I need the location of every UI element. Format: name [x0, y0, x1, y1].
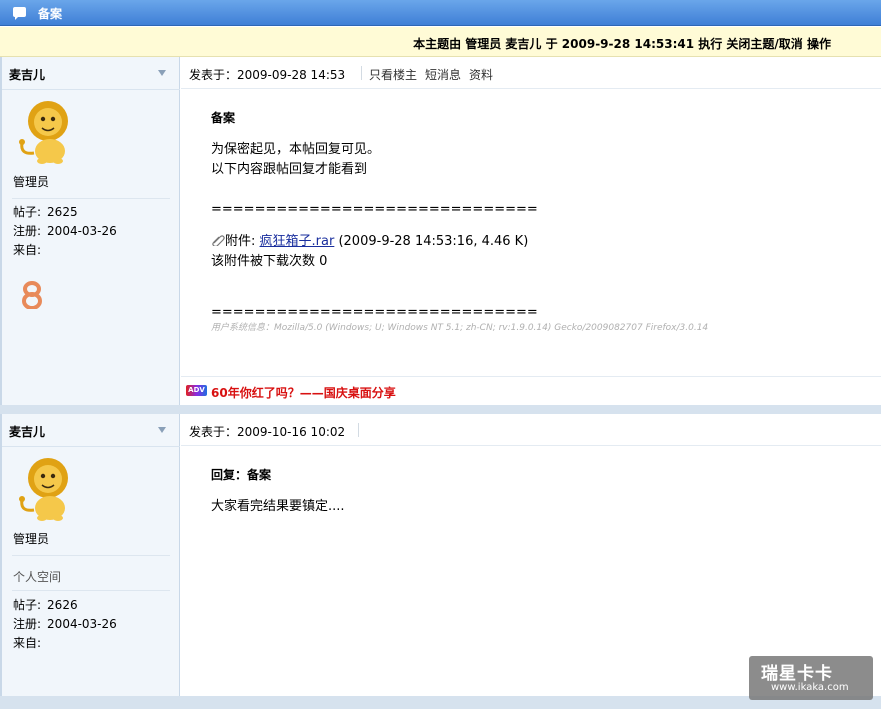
- post-line: 大家看完结果要镇定....: [211, 499, 345, 514]
- thread-title-bar: 备案: [0, 0, 881, 26]
- lion-avatar[interactable]: [12, 452, 82, 522]
- author-register-date: 注册: 2004-03-26: [13, 224, 117, 238]
- author-role: 管理员: [13, 532, 50, 546]
- post-author-panel: 麦吉儿 管理员 个人空间 帖子: 2626 注册: 2004-03-26 来自:: [2, 414, 180, 696]
- post-line: 以下内容跟帖回复才能看到: [211, 162, 368, 177]
- author-name[interactable]: 麦吉儿: [9, 423, 45, 440]
- post-subject: 回复：备案: [211, 468, 272, 482]
- personal-space-link[interactable]: 个人空间: [13, 568, 61, 585]
- post-line: 为保密起见，本帖回复可见。: [211, 142, 381, 157]
- ikaka-watermark: 瑞星卡卡 www.ikaka.com: [749, 656, 873, 700]
- author-name[interactable]: 麦吉儿: [9, 66, 45, 83]
- post-subject: 备案: [211, 111, 236, 125]
- author-posts-count: 帖子: 2626: [13, 598, 78, 612]
- author-menu-dropdown-icon[interactable]: [158, 70, 166, 76]
- moderation-notice-text: 本主题由 管理员 麦吉儿 于 2009-9-28 14:53:41 执行 关闭主…: [413, 37, 831, 51]
- private-message-link[interactable]: 短消息: [425, 68, 461, 82]
- post-main: 发表于：2009-09-28 14:53 只看楼主 短消息 资料 备案 为保密起见，…: [181, 57, 881, 405]
- attachment-download-link[interactable]: 疯狂箱子.rar: [260, 234, 335, 249]
- post-content: 备案 为保密起见，本帖回复可见。 以下内容跟帖回复才能看到 ==========…: [211, 109, 851, 333]
- rank-badge-icon: [22, 281, 42, 309]
- attachment-download-count: 该附件被下载次数 0: [211, 254, 328, 269]
- post-action-links: 只看楼主 短消息 资料: [369, 66, 501, 83]
- post-timestamp: 发表于：2009-09-28 14:53: [189, 68, 346, 82]
- post-content: 回复：备案 大家看完结果要镇定....: [211, 466, 851, 517]
- ad-link[interactable]: 60年你红了吗？——国庆桌面分享: [211, 384, 396, 401]
- adv-badge-icon: ADV: [186, 385, 207, 396]
- author-register-date: 注册: 2004-03-26: [13, 617, 117, 631]
- ad-row: ADV 60年你红了吗？——国庆桌面分享: [181, 376, 881, 405]
- separator-rule: ==============================: [211, 202, 538, 217]
- author-role: 管理员: [13, 175, 50, 189]
- author-posts-count: 帖子: 2625: [13, 205, 78, 219]
- user-agent-info: 用户系统信息：Mozilla/5.0 (Windows; U; Windows …: [211, 323, 709, 333]
- profile-link[interactable]: 资料: [469, 68, 493, 82]
- attachment-line: 附件: 疯狂箱子.rar (2009-9-28 14:53:16, 4.46 K…: [211, 232, 851, 252]
- author-location: 来自:: [13, 636, 42, 650]
- watermark-url: www.ikaka.com: [771, 682, 849, 693]
- post-meta-bar: 发表于：2009-09-28 14:53 只看楼主 短消息 资料: [181, 57, 881, 89]
- chat-bubble-icon: [13, 7, 26, 20]
- attachment-info: (2009-9-28 14:53:16, 4.46 K): [338, 234, 529, 249]
- paperclip-icon: [212, 235, 225, 246]
- post-main: 发表于：2009-10-16 10:02 回复：备案 大家看完结果要镇定....: [181, 414, 881, 696]
- post-author-panel: 麦吉儿 管理员 帖子: 2625 注册: 2004-03-26 来自:: [2, 57, 180, 405]
- post-timestamp: 发表于：2009-10-16 10:02: [189, 425, 346, 439]
- post-1: 麦吉儿 管理员 帖子: 2625 注册: 2004-03-26 来自: 发表于：20…: [0, 57, 881, 405]
- separator-rule: ==============================: [211, 305, 538, 320]
- watermark-brand: 瑞星卡卡: [761, 664, 833, 684]
- only-author-link[interactable]: 只看楼主: [369, 68, 417, 82]
- author-location: 来自:: [13, 243, 42, 257]
- lion-avatar[interactable]: [12, 95, 82, 165]
- post-2: 麦吉儿 管理员 个人空间 帖子: 2626 注册: 2004-03-26 来自: 发…: [0, 414, 881, 696]
- thread-title: 备案: [38, 7, 63, 21]
- post-meta-bar: 发表于：2009-10-16 10:02: [181, 414, 881, 446]
- post-divider: [0, 405, 881, 414]
- author-menu-dropdown-icon[interactable]: [158, 427, 166, 433]
- moderation-notice: 本主题由 管理员 麦吉儿 于 2009-9-28 14:53:41 执行 关闭主…: [0, 27, 881, 57]
